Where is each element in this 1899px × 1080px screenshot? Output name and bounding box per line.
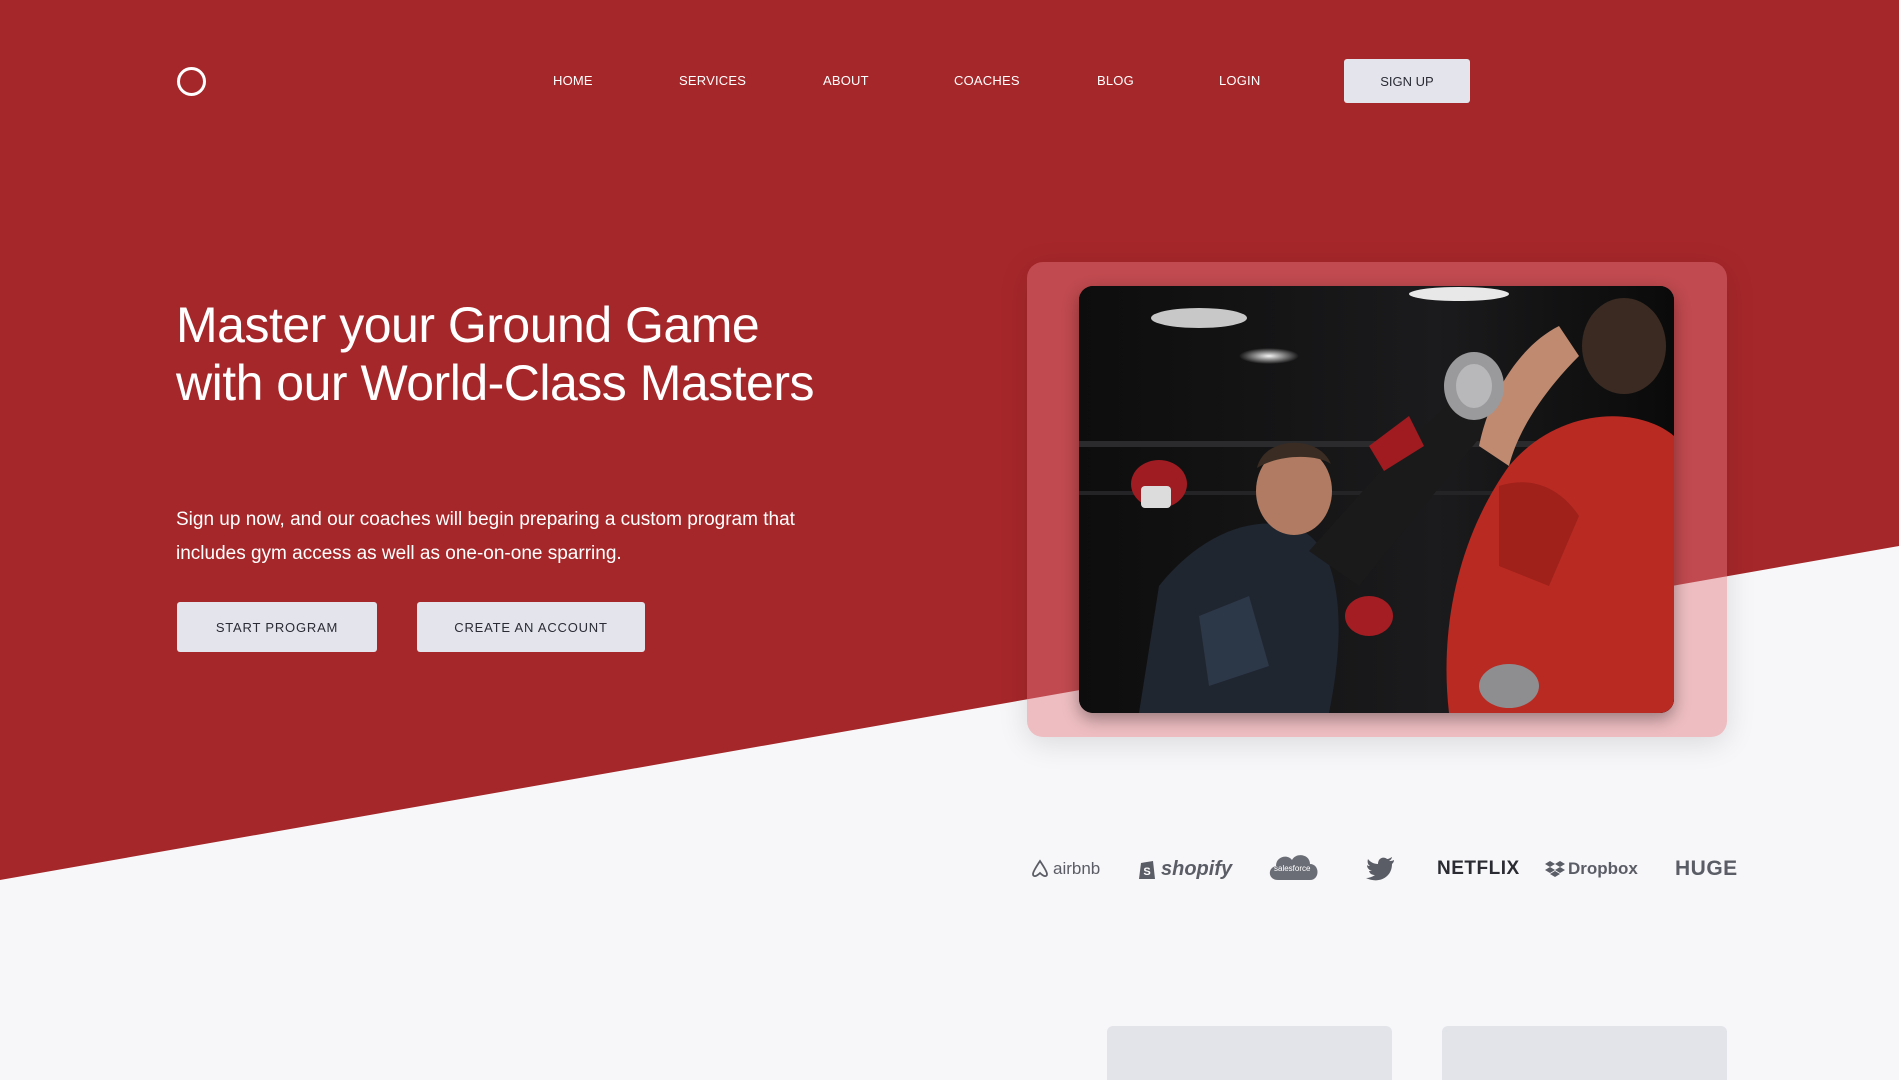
client-logos-row: airbnb S shopify salesforce NETFLIX Drop… [1030,846,1737,892]
feature-card-1 [1107,1026,1392,1080]
nav-link-services[interactable]: SERVICES [679,73,746,88]
airbnb-wordmark: airbnb [1053,859,1101,878]
netflix-logo: NETFLIX [1437,846,1520,892]
salesforce-logo: salesforce [1264,846,1322,892]
feature-card-2 [1442,1026,1727,1080]
hero-photo [1079,286,1674,713]
netflix-wordmark: NETFLIX [1437,858,1520,879]
shopify-logo-icon: S [1139,861,1155,879]
start-program-button[interactable]: START PROGRAM [177,602,377,652]
airbnb-logo: airbnb [1030,846,1100,892]
create-account-button[interactable]: CREATE AN ACCOUNT [417,602,645,652]
top-navigation: HOME SERVICES ABOUT COACHES BLOG LOGIN S… [0,0,1899,160]
shopify-logo: S shopify [1136,846,1232,892]
huge-wordmark: HUGE [1675,857,1738,880]
signup-button[interactable]: SIGN UP [1344,59,1470,103]
nav-link-coaches[interactable]: COACHES [954,73,1020,88]
huge-logo: HUGE [1675,846,1738,892]
airbnb-logo-icon [1032,859,1048,878]
circle-logo-icon[interactable] [177,67,206,96]
fighters-photo-illustration [1079,286,1674,713]
landing-page: HOME SERVICES ABOUT COACHES BLOG LOGIN S… [0,0,1899,1080]
salesforce-wordmark: salesforce [1274,864,1311,873]
nav-link-login[interactable]: LOGIN [1219,73,1260,88]
dropbox-wordmark: Dropbox [1568,859,1638,878]
nav-link-home[interactable]: HOME [553,73,593,88]
twitter-logo [1366,846,1396,892]
hero-subtitle: Sign up now, and our coaches will begin … [176,509,795,564]
dropbox-logo-icon [1545,861,1565,877]
shopify-wordmark: shopify [1161,857,1233,880]
dropbox-logo: Dropbox [1544,846,1638,892]
svg-text:S: S [1143,866,1150,878]
hero-title: Master your Ground Game with our World-C… [176,297,815,411]
nav-link-blog[interactable]: BLOG [1097,73,1134,88]
twitter-bird-icon [1366,857,1394,881]
nav-link-about[interactable]: ABOUT [823,73,869,88]
